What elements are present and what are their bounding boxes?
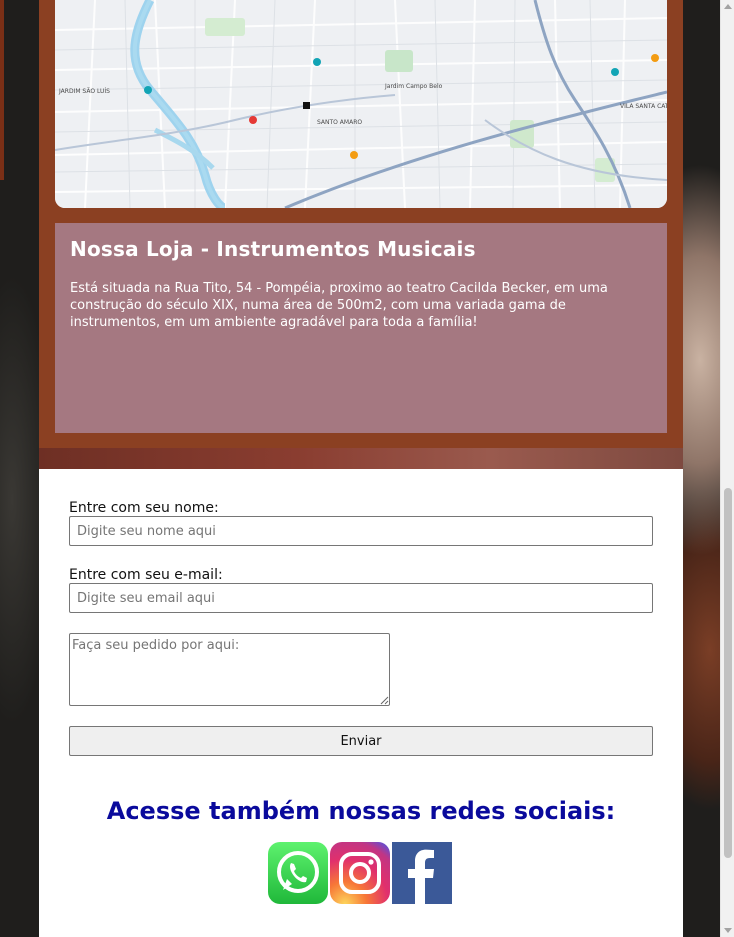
social-heading: Acesse também nossas redes sociais: (106, 797, 616, 825)
scroll-up-icon[interactable] (724, 4, 732, 9)
email-label: Entre com seu e-mail: (69, 567, 223, 583)
store-info-card: Nossa Loja - Instrumentos Musicais Está … (55, 223, 667, 433)
contact-section: Entre com seu nome: Entre com seu e-mail… (39, 469, 683, 937)
panel-divider (39, 448, 683, 469)
scrollbar-thumb[interactable] (724, 488, 732, 858)
map-graphic: SANTO AMARO Jardim Campo Belo VILA SANTA… (55, 0, 667, 208)
submit-button[interactable]: Enviar (69, 726, 653, 756)
background-accent (0, 0, 4, 180)
map-label: Jardim Campo Belo (384, 83, 443, 90)
name-label: Entre com seu nome: (69, 500, 219, 516)
name-input[interactable] (69, 516, 653, 546)
store-description: Está situada na Rua Tito, 54 - Pompéia, … (70, 281, 608, 330)
social-links (268, 842, 452, 906)
map-label: VILA SANTA CATARINA (620, 103, 667, 110)
instagram-icon[interactable] (330, 842, 390, 904)
store-location-map[interactable]: SANTO AMARO Jardim Campo Belo VILA SANTA… (55, 0, 667, 208)
whatsapp-icon[interactable] (268, 842, 328, 904)
map-label: SANTO AMARO (317, 119, 362, 126)
page-scrollbar[interactable] (720, 0, 734, 937)
email-input[interactable] (69, 583, 653, 613)
map-label: JARDIM SÃO LUÍS (58, 88, 110, 95)
order-textarea[interactable] (69, 633, 390, 706)
facebook-icon[interactable] (392, 842, 452, 904)
scroll-down-icon[interactable] (724, 928, 732, 933)
store-title: Nossa Loja - Instrumentos Musicais (70, 237, 476, 261)
